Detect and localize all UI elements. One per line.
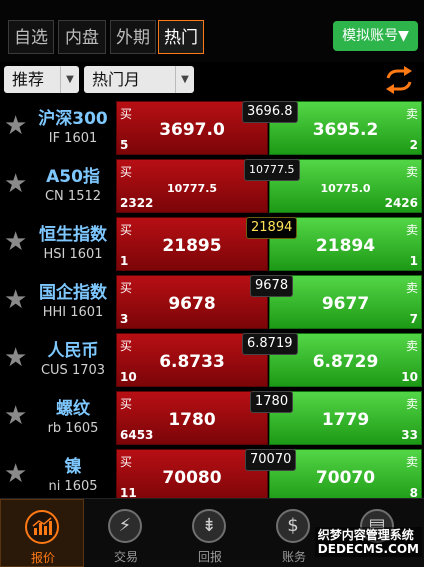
buy-volume: 10 bbox=[120, 370, 137, 384]
filter-bar: 推荐 ▼ 热门月 ▼ bbox=[0, 62, 424, 98]
buy-price: 10777.5 bbox=[166, 182, 218, 195]
bottom-nav: 报价 ⚡ 交易 ⇟ 回报 $ 账务 ▤ 织梦内容管理系统 DEDECMS.COM bbox=[0, 498, 424, 567]
sell-tag: 卖 bbox=[405, 165, 418, 179]
nav-label: 回报 bbox=[197, 550, 222, 564]
recommend-select[interactable]: 推荐 ▼ bbox=[4, 66, 79, 93]
lightning-icon: ⚡ bbox=[108, 509, 142, 543]
sell-price: 3695.2 bbox=[312, 120, 379, 140]
buy-volume: 3 bbox=[120, 312, 129, 326]
star-icon[interactable]: ★ bbox=[4, 461, 28, 487]
buy-price: 70080 bbox=[162, 468, 222, 488]
quote-row[interactable]: ★ 恒生指数 HSI 1601 买 21895 1 卖 21894 1 2189… bbox=[0, 216, 424, 272]
last-price: 21894 bbox=[246, 217, 298, 239]
nav-trade[interactable]: ⚡ 交易 bbox=[84, 499, 168, 567]
sell-price: 21894 bbox=[315, 236, 376, 256]
last-price: 70070 bbox=[245, 449, 297, 471]
buy-volume: 6453 bbox=[120, 428, 154, 442]
watermark: 织梦内容管理系统 DEDECMS.COM bbox=[314, 527, 422, 557]
sell-price: 9677 bbox=[321, 294, 370, 314]
contract-name: 人民币 bbox=[47, 341, 99, 361]
last-price: 1780 bbox=[250, 391, 294, 413]
nav-quotes[interactable]: 报价 bbox=[0, 499, 84, 567]
month-select[interactable]: 热门月 ▼ bbox=[84, 66, 194, 93]
contract-code: HHI 1601 bbox=[42, 305, 104, 320]
tab-foreign[interactable]: 外期 bbox=[110, 20, 156, 54]
buy-volume: 5 bbox=[120, 138, 129, 152]
buy-price: 3697.0 bbox=[159, 120, 225, 140]
contract-name: 镍 bbox=[64, 457, 82, 477]
month-select-label: 热门月 bbox=[92, 70, 141, 89]
contract-code: IF 1601 bbox=[48, 131, 98, 146]
last-price: 9678 bbox=[250, 275, 294, 297]
quote-row[interactable]: ★ A50指 CN 1512 买 10777.5 2322 卖 10775.0 … bbox=[0, 158, 424, 214]
last-price: 10777.5 bbox=[244, 159, 300, 181]
sell-price: 6.8729 bbox=[312, 352, 379, 372]
buy-volume: 1 bbox=[120, 254, 129, 268]
tab-domestic[interactable]: 内盘 bbox=[58, 20, 106, 54]
star-icon[interactable]: ★ bbox=[4, 171, 28, 197]
star-icon[interactable]: ★ bbox=[4, 403, 28, 429]
buy-price: 1780 bbox=[168, 410, 216, 430]
star-icon[interactable]: ★ bbox=[4, 229, 28, 255]
tab-watchlist[interactable]: 自选 bbox=[8, 20, 54, 54]
sell-price: 1779 bbox=[321, 410, 370, 430]
quote-row[interactable]: ★ 沪深300 IF 1601 买 3697.0 5 卖 3695.2 2 36… bbox=[0, 100, 424, 156]
chart-icon bbox=[25, 510, 59, 544]
star-icon[interactable]: ★ bbox=[4, 113, 28, 139]
dollar-icon: $ bbox=[276, 509, 310, 543]
contract-code: CUS 1703 bbox=[40, 363, 106, 378]
nav-label: 交易 bbox=[113, 550, 138, 564]
star-icon[interactable]: ★ bbox=[4, 287, 28, 313]
contract-name: A50指 bbox=[46, 167, 100, 187]
recommend-select-label: 推荐 bbox=[12, 70, 45, 89]
contract-name: 恒生指数 bbox=[39, 225, 107, 245]
refresh-icon[interactable] bbox=[384, 66, 414, 94]
contract-code: HSI 1601 bbox=[43, 247, 103, 262]
market-tabs: 自选 内盘 外期 热门 模拟账号▼ bbox=[0, 0, 424, 62]
sell-volume: 2426 bbox=[384, 196, 418, 210]
tab-hot[interactable]: 热门 bbox=[158, 20, 204, 54]
buy-button[interactable]: 买 9678 3 bbox=[116, 275, 268, 329]
buy-price: 21895 bbox=[162, 236, 222, 256]
last-price: 6.8719 bbox=[242, 333, 298, 355]
star-icon[interactable]: ★ bbox=[4, 345, 28, 371]
buy-price: 6.8733 bbox=[159, 352, 225, 372]
contract-name: 国企指数 bbox=[39, 283, 107, 303]
contract-code: CN 1512 bbox=[44, 189, 102, 204]
last-price: 3696.8 bbox=[242, 101, 298, 123]
contract-name: 螺纹 bbox=[56, 399, 90, 419]
buy-tag: 买 bbox=[120, 165, 133, 179]
quote-row[interactable]: ★ 人民币 CUS 1703 买 6.8733 10 卖 6.8729 10 6… bbox=[0, 332, 424, 388]
quote-row[interactable]: ★ 螺纹 rb 1605 买 1780 6453 卖 1779 33 1780 bbox=[0, 390, 424, 446]
sell-price: 10775.0 bbox=[320, 182, 371, 195]
report-icon: ⇟ bbox=[192, 509, 226, 543]
nav-report[interactable]: ⇟ 回报 bbox=[168, 499, 252, 567]
chevron-down-icon: ▼ bbox=[60, 66, 79, 93]
sell-volume: 2 bbox=[409, 138, 418, 152]
contract-name: 沪深300 bbox=[38, 109, 108, 129]
chevron-down-icon: ▼ bbox=[175, 66, 194, 93]
contract-code: ni 1605 bbox=[48, 479, 98, 494]
sell-volume: 7 bbox=[409, 312, 418, 326]
buy-volume: 2322 bbox=[120, 196, 154, 210]
buy-price: 9678 bbox=[168, 294, 216, 314]
buy-button[interactable]: 买 1780 6453 bbox=[116, 391, 268, 445]
contract-code: rb 1605 bbox=[47, 421, 99, 436]
quote-row[interactable]: ★ 镍 ni 1605 买 70080 11 卖 70070 8 70070 bbox=[0, 448, 424, 504]
sell-volume: 10 bbox=[401, 370, 418, 384]
sim-account-button[interactable]: 模拟账号▼ bbox=[333, 21, 418, 51]
sell-volume: 1 bbox=[409, 254, 418, 268]
sell-volume: 33 bbox=[401, 428, 418, 442]
nav-label: 报价 bbox=[30, 551, 55, 565]
quote-row[interactable]: ★ 国企指数 HHI 1601 买 9678 3 卖 9677 7 9678 bbox=[0, 274, 424, 330]
sell-price: 70070 bbox=[315, 468, 376, 488]
